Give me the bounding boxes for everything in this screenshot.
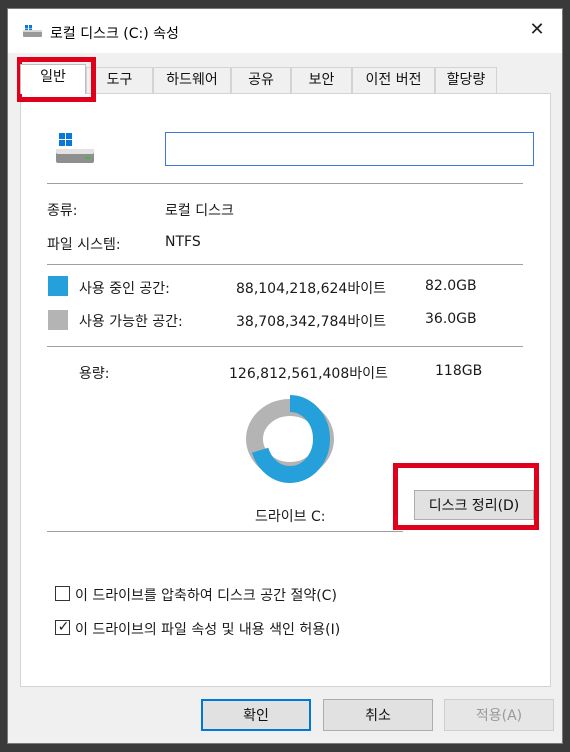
apply-button[interactable]: 적용(A) xyxy=(444,699,554,731)
free-space-size: 36.0GB xyxy=(425,311,477,327)
drive-icon xyxy=(23,25,42,37)
drive-label: 드라이브 C: xyxy=(255,509,326,525)
title-bar[interactable]: 로컬 디스크 (C:) 속성 ✕ xyxy=(8,9,562,53)
separator xyxy=(47,531,403,532)
general-panel: 종류: 로컬 디스크 파일 시스템: NTFS 사용 중인 공간: 88,104… xyxy=(20,93,551,687)
disk-usage-donut xyxy=(246,395,334,483)
window-title: 로컬 디스크 (C:) 속성 xyxy=(50,26,179,42)
compress-checkbox-label[interactable]: 이 드라이브를 압축하여 디스크 공간 절약(C) xyxy=(75,585,337,605)
free-space-label: 사용 가능한 공간: xyxy=(79,314,183,330)
tab-quota[interactable]: 할당량 xyxy=(435,67,497,93)
filesystem-label: 파일 시스템: xyxy=(47,237,121,253)
used-space-label: 사용 중인 공간: xyxy=(79,281,170,297)
capacity-bytes: 126,812,561,408바이트 xyxy=(229,366,388,382)
close-icon: ✕ xyxy=(529,19,545,40)
checkmark-icon: ✓ xyxy=(57,619,70,635)
separator xyxy=(47,264,523,265)
free-space-swatch xyxy=(48,310,68,330)
used-space-size: 82.0GB xyxy=(425,278,477,294)
properties-window: 로컬 디스크 (C:) 속성 ✕ 일반 도구 하드웨어 공유 보안 이전 버전 … xyxy=(7,8,563,744)
capacity-label: 용량: xyxy=(79,366,110,382)
tab-general[interactable]: 일반 xyxy=(20,64,86,94)
tab-security[interactable]: 보안 xyxy=(291,67,352,93)
separator xyxy=(47,183,523,184)
free-space-bytes: 38,708,342,784바이트 xyxy=(236,314,386,330)
volume-name-input[interactable] xyxy=(165,132,534,166)
tab-strip: 일반 도구 하드웨어 공유 보안 이전 버전 할당량 xyxy=(20,64,560,94)
ok-button[interactable]: 확인 xyxy=(201,699,311,731)
type-label: 종류: xyxy=(47,203,78,219)
drive-icon-large xyxy=(56,133,94,163)
tab-hardware[interactable]: 하드웨어 xyxy=(153,67,231,93)
index-checkbox[interactable]: ✓ xyxy=(55,619,70,635)
used-space-bytes: 88,104,218,624바이트 xyxy=(236,281,386,297)
separator xyxy=(47,346,523,347)
filesystem-value: NTFS xyxy=(165,234,201,250)
tab-sharing[interactable]: 공유 xyxy=(231,67,291,93)
highlight-disk-cleanup xyxy=(393,463,539,530)
compress-checkbox[interactable] xyxy=(55,586,70,601)
used-space-swatch xyxy=(48,276,68,296)
close-button[interactable]: ✕ xyxy=(520,18,554,44)
type-value: 로컬 디스크 xyxy=(165,203,234,219)
tab-previous-versions[interactable]: 이전 버전 xyxy=(352,67,435,93)
index-checkbox-label[interactable]: 이 드라이브의 파일 속성 및 내용 색인 허용(I) xyxy=(75,619,340,639)
tab-tools[interactable]: 도구 xyxy=(86,67,153,93)
capacity-size: 118GB xyxy=(435,363,483,379)
cancel-button[interactable]: 취소 xyxy=(323,699,433,731)
